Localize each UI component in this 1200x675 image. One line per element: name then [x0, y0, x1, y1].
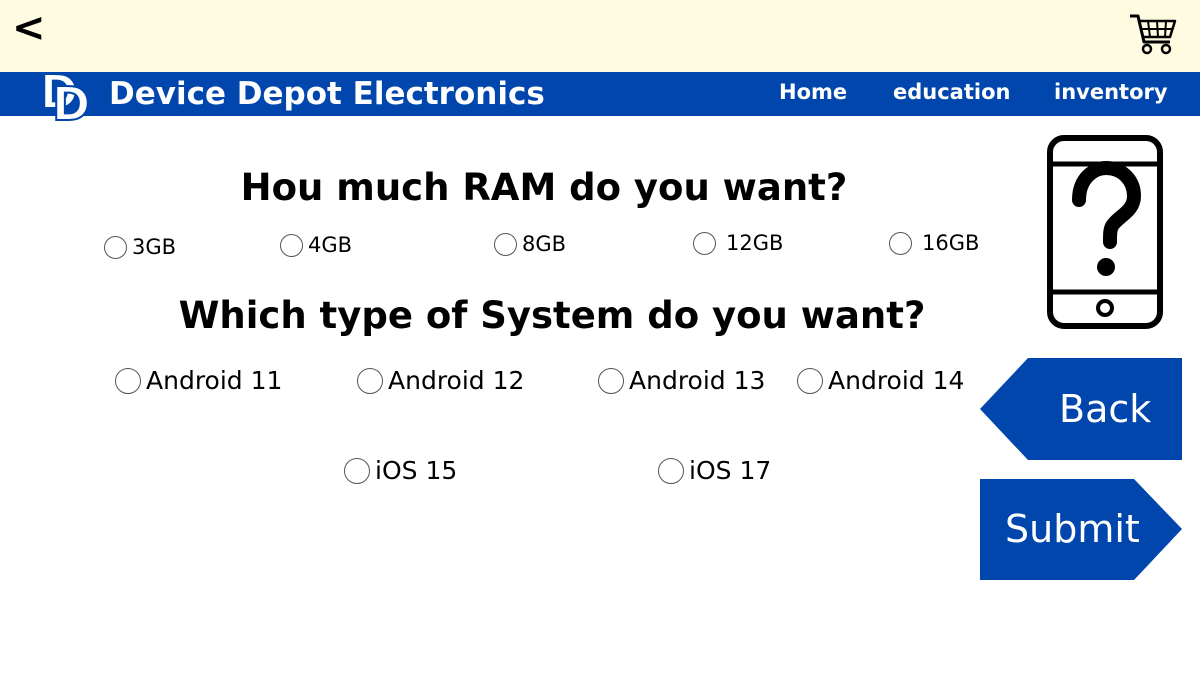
brand-title: Device Depot Electronics	[109, 76, 545, 112]
ram-option[interactable]: 16GB	[889, 231, 979, 255]
system-question: Which type of System do you want?	[178, 294, 926, 337]
ram-option-label: 3GB	[132, 235, 177, 259]
ram-option[interactable]: 4GB	[280, 233, 352, 257]
ram-option-label: 12GB	[726, 231, 784, 255]
radio-button[interactable]	[693, 231, 716, 255]
back-chevron-icon[interactable]: <	[12, 2, 46, 54]
radio-button[interactable]	[658, 457, 684, 484]
system-option[interactable]: Android 13	[598, 366, 765, 395]
ram-option-label: 4GB	[308, 233, 353, 257]
radio-button[interactable]	[344, 457, 370, 484]
nav-inventory-link[interactable]: inventory	[1054, 72, 1168, 112]
radio-button[interactable]	[280, 233, 303, 257]
brand-logo[interactable]: D D	[38, 64, 98, 124]
top-bar	[0, 0, 1200, 72]
ram-question: Hou much RAM do you want?	[240, 166, 848, 209]
ram-option-label: 16GB	[922, 231, 980, 255]
system-option-label: Android 14	[828, 366, 965, 395]
system-option-label: Android 12	[388, 366, 525, 395]
system-option-label: iOS 17	[689, 456, 772, 485]
system-option-label: Android 13	[629, 366, 766, 395]
logo-letter-front: D	[52, 77, 90, 124]
radio-button[interactable]	[598, 367, 624, 394]
cart-icon[interactable]	[1128, 10, 1178, 58]
nav-education-link[interactable]: education	[893, 72, 1010, 112]
system-option-label: iOS 15	[375, 456, 458, 485]
radio-button[interactable]	[797, 367, 823, 394]
system-option[interactable]: iOS 15	[344, 456, 457, 485]
submit-button[interactable]: Submit	[980, 479, 1182, 580]
radio-button[interactable]	[104, 235, 127, 259]
system-option[interactable]: iOS 17	[658, 456, 771, 485]
system-option-label: Android 11	[146, 366, 283, 395]
ram-option[interactable]: 3GB	[104, 235, 176, 259]
radio-button[interactable]	[889, 231, 912, 255]
ram-option[interactable]: 12GB	[693, 231, 783, 255]
radio-button[interactable]	[115, 367, 141, 394]
back-button[interactable]: Back	[980, 358, 1182, 460]
system-option[interactable]: Android 14	[797, 366, 964, 395]
nav-home-link[interactable]: Home	[779, 72, 847, 112]
ram-option[interactable]: 8GB	[494, 232, 566, 256]
radio-button[interactable]	[357, 367, 383, 394]
ram-option-label: 8GB	[522, 232, 567, 256]
back-button-label: Back	[1059, 387, 1152, 431]
submit-button-label: Submit	[1005, 507, 1140, 551]
system-option[interactable]: Android 12	[357, 366, 524, 395]
system-option[interactable]: Android 11	[115, 366, 282, 395]
phone-question-icon	[1047, 135, 1163, 329]
radio-button[interactable]	[494, 232, 517, 256]
